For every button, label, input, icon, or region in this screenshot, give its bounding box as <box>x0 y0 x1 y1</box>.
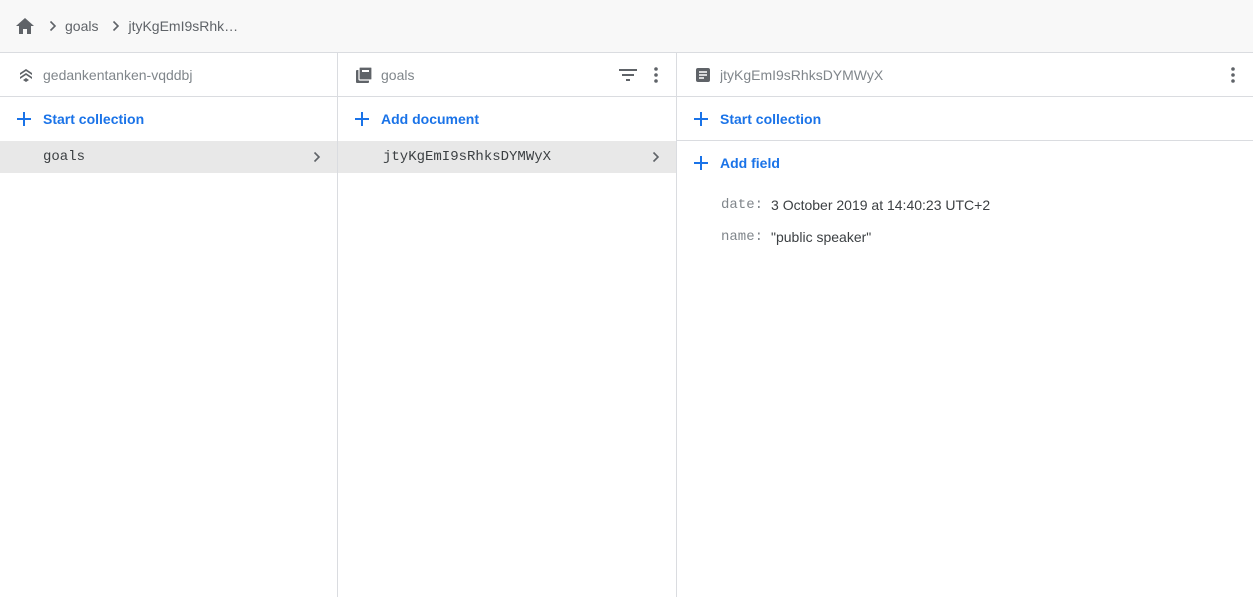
collection-panel: goals Add document jtyKgEmI9sRhksDYMWyX <box>338 53 677 597</box>
document-item-label: jtyKgEmI9sRhksDYMWyX <box>383 149 552 165</box>
project-panel-header: gedankentanken-vqddbj <box>0 53 337 97</box>
field-list: date: 3 October 2019 at 14:40:23 UTC+2 n… <box>677 185 1253 253</box>
project-title: gedankentanken-vqddbj <box>43 66 193 83</box>
start-collection-button[interactable]: Start collection <box>0 97 337 141</box>
chevron-right-icon <box>309 149 325 165</box>
field-row-name[interactable]: name: "public speaker" <box>721 221 1253 253</box>
collection-item-goals[interactable]: goals <box>0 141 337 173</box>
breadcrumb-item-document[interactable]: jtyKgEmI9sRhks… <box>128 18 240 34</box>
document-title: jtyKgEmI9sRhksDYMWyX <box>720 66 884 83</box>
field-key: name: <box>721 229 764 245</box>
more-vert-icon[interactable] <box>646 65 666 85</box>
chevron-right-icon <box>41 16 65 36</box>
collection-item-label: goals <box>43 149 86 165</box>
add-document-label: Add document <box>381 111 479 127</box>
field-row-date[interactable]: date: 3 October 2019 at 14:40:23 UTC+2 <box>721 189 1253 221</box>
collection-panel-header: goals <box>338 53 676 97</box>
document-item[interactable]: jtyKgEmI9sRhksDYMWyX <box>338 141 676 173</box>
breadcrumb-item-goals[interactable]: goals <box>65 18 98 34</box>
add-field-button[interactable]: Add field <box>677 141 1253 185</box>
plus-icon <box>692 154 710 172</box>
home-icon[interactable] <box>15 16 35 36</box>
start-collection-button[interactable]: Start collection <box>677 97 1253 141</box>
field-value: 3 October 2019 at 14:40:23 UTC+2 <box>771 197 991 213</box>
breadcrumb: goals jtyKgEmI9sRhks… <box>0 0 1253 53</box>
document-panel: jtyKgEmI9sRhksDYMWyX Start collection Ad… <box>677 53 1253 597</box>
project-panel: gedankentanken-vqddbj Start collection g… <box>0 53 338 597</box>
firestore-stack-icon <box>17 66 35 84</box>
plus-icon <box>15 110 33 128</box>
document-icon <box>694 66 712 84</box>
add-field-label: Add field <box>720 155 780 171</box>
collection-title: goals <box>381 66 415 83</box>
more-vert-icon[interactable] <box>1223 65 1243 85</box>
plus-icon <box>692 110 710 128</box>
field-value: "public speaker" <box>771 229 872 245</box>
document-panel-header: jtyKgEmI9sRhksDYMWyX <box>677 53 1253 97</box>
start-collection-label: Start collection <box>43 111 145 127</box>
chevron-right-icon <box>648 149 664 165</box>
filter-icon[interactable] <box>618 65 638 85</box>
chevron-right-icon <box>104 16 128 36</box>
add-document-button[interactable]: Add document <box>338 97 676 141</box>
collection-icon <box>355 65 373 84</box>
start-collection-label: Start collection <box>720 110 822 127</box>
plus-icon <box>353 110 371 128</box>
field-key: date: <box>721 197 764 213</box>
